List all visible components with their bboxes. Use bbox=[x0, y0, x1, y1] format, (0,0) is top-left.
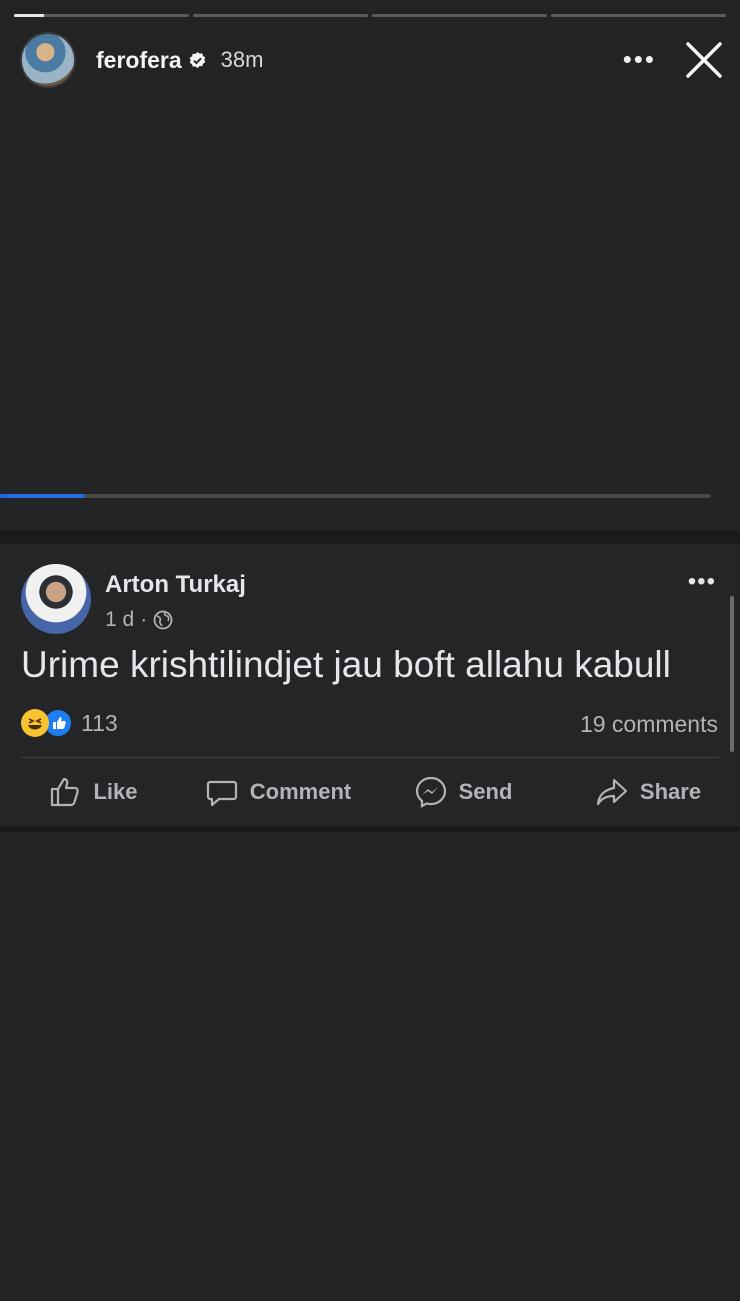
post-actions: Like Comment Send Share bbox=[0, 766, 740, 818]
reactions-summary[interactable]: 113 bbox=[21, 708, 118, 738]
like-button[interactable]: Like bbox=[0, 766, 185, 818]
story-progress bbox=[14, 14, 726, 18]
reactions-count: 113 bbox=[81, 709, 118, 736]
comment-button[interactable]: Comment bbox=[185, 766, 370, 818]
story-time: 38m bbox=[220, 47, 264, 72]
more-options-icon[interactable]: ••• bbox=[623, 44, 656, 74]
story-progress-segment bbox=[372, 14, 547, 17]
messenger-icon bbox=[415, 776, 446, 808]
close-icon[interactable] bbox=[684, 40, 724, 80]
post-text: Urime krishtilindjet jau boft allahu kab… bbox=[21, 644, 671, 685]
empty-area bbox=[0, 832, 740, 1301]
like-label: Like bbox=[93, 779, 138, 804]
comment-label: Comment bbox=[249, 779, 352, 804]
author-avatar[interactable] bbox=[21, 564, 91, 634]
globe-icon bbox=[153, 610, 173, 630]
post-card: Arton Turkaj 1 d · ••• Urime krishtilind… bbox=[0, 544, 740, 826]
video-player[interactable] bbox=[0, 96, 740, 530]
story-progress-fill bbox=[14, 14, 44, 17]
post-divider bbox=[21, 757, 718, 758]
haha-reaction-icon bbox=[21, 709, 49, 737]
story-header: ferofera 38m ••• bbox=[20, 32, 726, 88]
like-icon bbox=[51, 777, 80, 807]
story-progress-segment bbox=[14, 14, 189, 17]
post-meta: 1 d · bbox=[105, 608, 173, 632]
meta-separator: · bbox=[140, 608, 148, 631]
share-icon bbox=[596, 778, 628, 806]
story-username[interactable]: ferofera bbox=[96, 47, 182, 74]
send-label: Send bbox=[458, 779, 513, 804]
story-progress-segment bbox=[193, 14, 368, 17]
comment-icon bbox=[206, 780, 237, 807]
scrollbar[interactable] bbox=[730, 596, 734, 752]
share-button[interactable]: Share bbox=[555, 766, 740, 818]
post-author[interactable]: Arton Turkaj bbox=[105, 571, 246, 599]
section-divider bbox=[0, 530, 740, 544]
verified-badge-icon bbox=[189, 51, 205, 68]
story-avatar[interactable] bbox=[20, 32, 76, 88]
story-progress-segment bbox=[551, 14, 726, 17]
send-button[interactable]: Send bbox=[370, 766, 555, 818]
post-more-options-icon[interactable]: ••• bbox=[688, 568, 716, 596]
comments-count[interactable]: 19 comments bbox=[580, 711, 718, 738]
post-time[interactable]: 1 d bbox=[105, 608, 134, 632]
video-progress-bar[interactable] bbox=[0, 494, 711, 498]
share-label: Share bbox=[639, 779, 702, 804]
video-progress-played bbox=[0, 494, 86, 498]
